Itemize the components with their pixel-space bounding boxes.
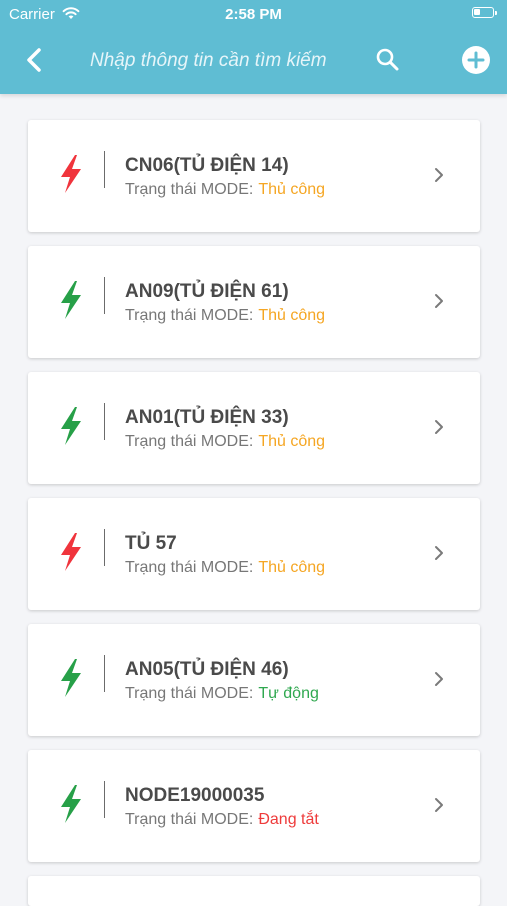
device-name: NODE19000035 — [125, 785, 265, 806]
device-card[interactable]: AN05(TỦ ĐIỆN 46) Trạng thái MODE: Tự động — [28, 624, 480, 736]
mode-status: Trạng thái MODE: Đang tắt — [125, 811, 319, 829]
device-card[interactable]: AN09(TỦ ĐIỆN 61) Trạng thái MODE: Thủ côn… — [28, 246, 480, 358]
mode-value: Thủ công — [258, 181, 326, 198]
mode-status: Trạng thái MODE: Thủ công — [125, 433, 325, 451]
card-divider — [104, 529, 105, 566]
device-card-partial[interactable] — [28, 876, 480, 906]
back-button[interactable] — [22, 45, 50, 75]
chevron-right-icon — [435, 420, 443, 434]
mode-value: Thủ công — [258, 559, 326, 576]
app-header: Carrier 2:58 PM — [0, 0, 507, 94]
lightning-bolt-icon — [61, 407, 81, 445]
mode-label: Trạng thái MODE: — [125, 307, 254, 324]
device-name: AN05(TỦ ĐIỆN 46) — [125, 659, 289, 680]
card-divider — [104, 151, 105, 188]
card-divider — [104, 277, 105, 314]
battery-icon — [472, 7, 497, 18]
mode-status: Trạng thái MODE: Tự động — [125, 685, 319, 703]
mode-label: Trạng thái MODE: — [125, 433, 254, 450]
device-list: CN06(TỦ ĐIỆN 14) Trạng thái MODE: Thủ côn… — [28, 120, 480, 876]
mode-label: Trạng thái MODE: — [125, 685, 254, 702]
mode-label: Trạng thái MODE: — [125, 811, 254, 828]
status-bar: Carrier 2:58 PM — [0, 0, 507, 30]
lightning-bolt-icon — [61, 281, 81, 319]
card-divider — [104, 781, 105, 818]
lightning-bolt-icon — [61, 533, 81, 571]
search-input[interactable] — [88, 44, 362, 78]
device-card[interactable]: NODE19000035 Trạng thái MODE: Đang tắt — [28, 750, 480, 862]
device-card[interactable]: TỦ 57 Trạng thái MODE: Thủ công — [28, 498, 480, 610]
status-time: 2:58 PM — [225, 6, 282, 23]
search-icon[interactable] — [374, 46, 402, 74]
device-name: TỦ 57 — [125, 533, 177, 554]
chevron-right-icon — [435, 798, 443, 812]
device-name: AN01(TỦ ĐIỆN 33) — [125, 407, 289, 428]
card-divider — [104, 403, 105, 440]
device-name: CN06(TỦ ĐIỆN 14) — [125, 155, 289, 176]
mode-status: Trạng thái MODE: Thủ công — [125, 559, 325, 577]
mode-value: Đang tắt — [258, 811, 319, 828]
mode-value: Thủ công — [258, 433, 326, 450]
mode-label: Trạng thái MODE: — [125, 181, 254, 198]
chevron-right-icon — [435, 168, 443, 182]
lightning-bolt-icon — [61, 785, 81, 823]
chevron-right-icon — [435, 294, 443, 308]
chevron-right-icon — [435, 546, 443, 560]
device-name: AN09(TỦ ĐIỆN 61) — [125, 281, 289, 302]
lightning-bolt-icon — [61, 659, 81, 697]
device-card[interactable]: CN06(TỦ ĐIỆN 14) Trạng thái MODE: Thủ côn… — [28, 120, 480, 232]
mode-value: Tự động — [258, 685, 319, 702]
lightning-bolt-icon — [61, 155, 81, 193]
card-divider — [104, 655, 105, 692]
add-button[interactable] — [461, 45, 491, 75]
mode-label: Trạng thái MODE: — [125, 559, 254, 576]
mode-status: Trạng thái MODE: Thủ công — [125, 307, 325, 325]
mode-value: Thủ công — [258, 307, 326, 324]
mode-status: Trạng thái MODE: Thủ công — [125, 181, 325, 199]
device-card[interactable]: AN01(TỦ ĐIỆN 33) Trạng thái MODE: Thủ côn… — [28, 372, 480, 484]
chevron-right-icon — [435, 672, 443, 686]
